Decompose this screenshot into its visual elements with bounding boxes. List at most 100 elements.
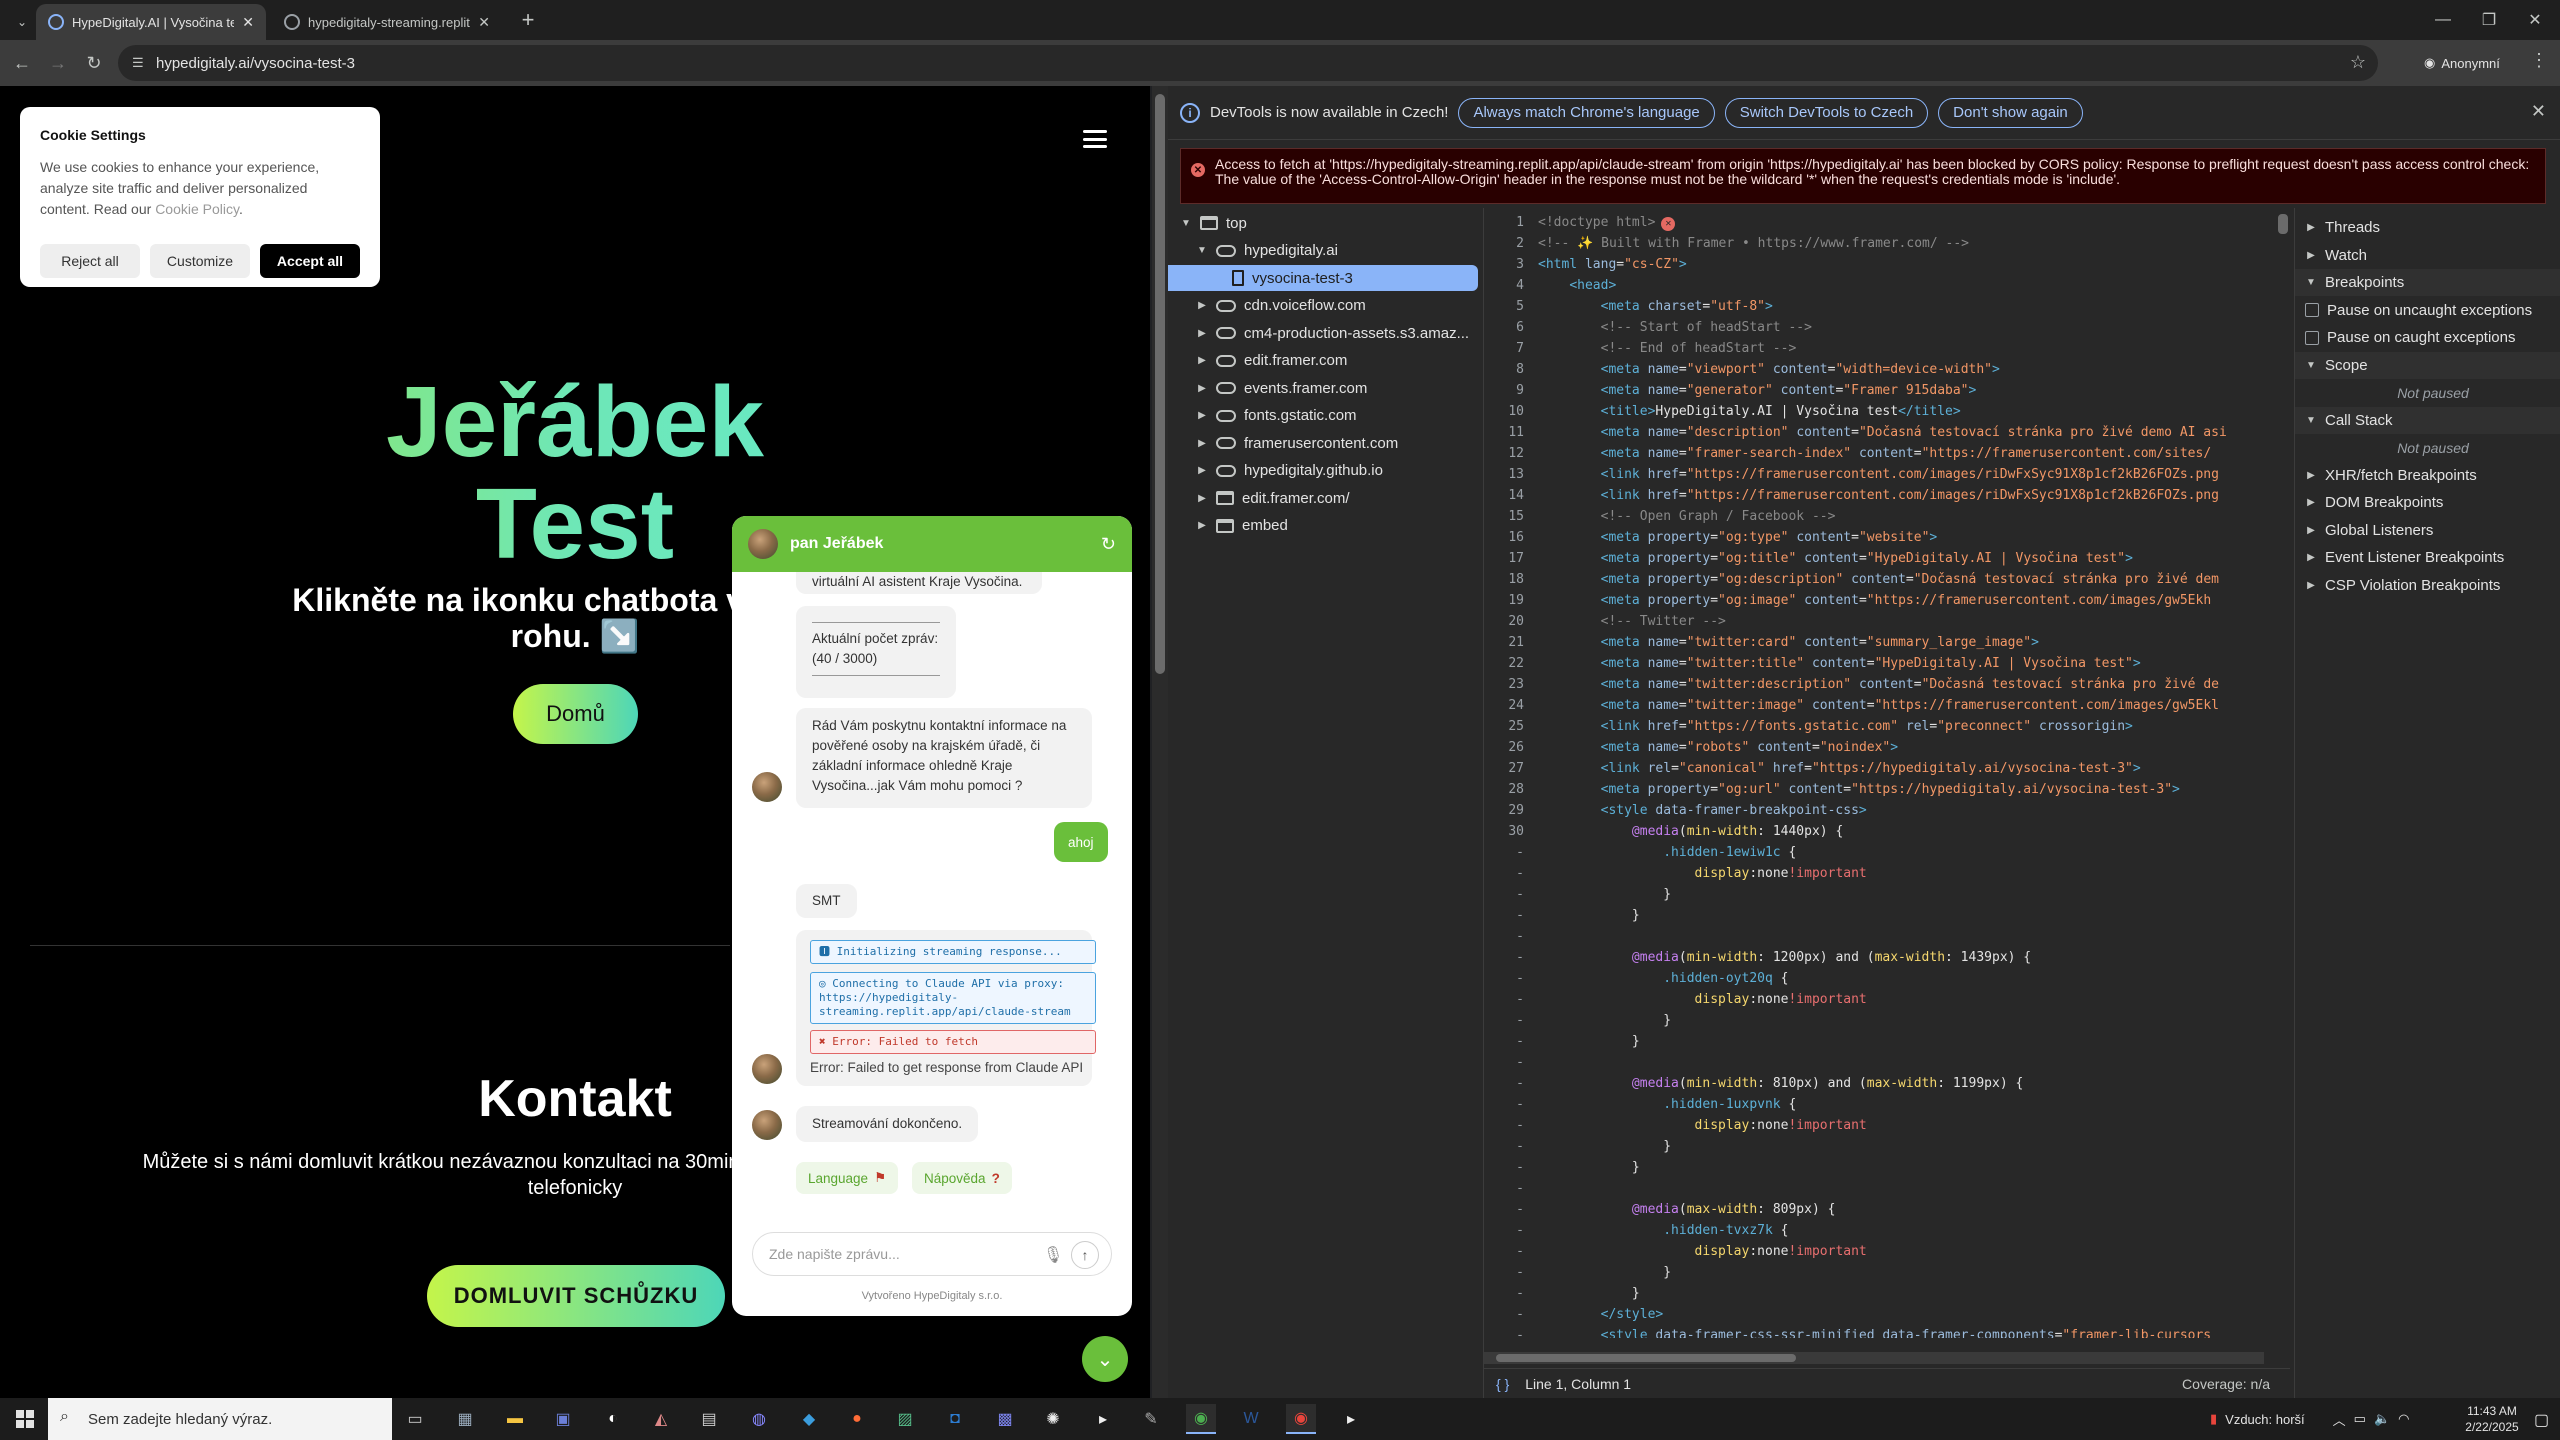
app-icon[interactable]: ▸ [1336, 1404, 1366, 1434]
terminal-icon[interactable]: ▸ [1088, 1404, 1118, 1434]
line-number[interactable]: - [1484, 908, 1524, 923]
close-icon[interactable]: ✕ [2531, 101, 2546, 122]
line-number[interactable]: 12 [1484, 446, 1524, 461]
debugger-section[interactable]: ▶ Global Listeners [2295, 517, 2560, 544]
vscode-icon[interactable]: ◆ [794, 1404, 824, 1434]
cookie-policy-link[interactable]: Cookie Policy [155, 201, 239, 217]
match-language-button[interactable]: Always match Chrome's language [1458, 97, 1715, 128]
help-chip[interactable]: Nápověda? [912, 1162, 1012, 1194]
debugger-checkbox[interactable]: Pause on uncaught exceptions [2295, 297, 2560, 324]
line-number[interactable]: - [1484, 929, 1524, 944]
outlook-icon[interactable]: ◘ [940, 1404, 970, 1434]
home-button[interactable]: Domů [513, 684, 638, 744]
line-number[interactable]: - [1484, 1139, 1524, 1154]
line-number[interactable]: 20 [1484, 614, 1524, 629]
browser-app-icon[interactable]: ◍ [744, 1404, 774, 1434]
line-number[interactable]: - [1484, 1097, 1524, 1112]
taskbar-search-box[interactable]: ⌕ Sem zadejte hledaný výraz. [48, 1398, 392, 1440]
line-number[interactable]: - [1484, 866, 1524, 881]
line-number[interactable]: 16 [1484, 530, 1524, 545]
line-number[interactable]: 27 [1484, 761, 1524, 776]
tree-item[interactable]: ▶ cdn.voiceflow.com [1168, 293, 1484, 319]
checkbox[interactable] [2305, 330, 2319, 345]
tab-close-icon[interactable]: ✕ [242, 14, 254, 31]
tree-item[interactable]: ▶ embed [1168, 513, 1484, 539]
line-number[interactable]: - [1484, 1034, 1524, 1049]
file-explorer-icon[interactable]: ▬ [500, 1404, 530, 1434]
tree-item[interactable]: ▶ hypedigitaly.github.io [1168, 458, 1484, 484]
profile-button[interactable]: ◉ Anonymní [2414, 47, 2510, 79]
debugger-section[interactable]: ▶ XHR/fetch Breakpoints [2295, 462, 2560, 489]
expand-right-icon[interactable]: ▶ [1196, 493, 1208, 504]
tree-item[interactable]: ▶ edit.framer.com [1168, 348, 1484, 374]
line-number[interactable]: - [1484, 971, 1524, 986]
photo-app-icon[interactable]: ◭ [646, 1404, 676, 1434]
line-number[interactable]: 11 [1484, 425, 1524, 440]
tree-item[interactable]: ▼ hypedigitaly.ai [1168, 238, 1484, 264]
line-number[interactable]: 1 [1484, 215, 1524, 230]
expand-right-icon[interactable]: ▶ [1196, 438, 1208, 449]
line-number[interactable]: - [1484, 1286, 1524, 1301]
debugger-checkbox[interactable]: Pause on caught exceptions [2295, 324, 2560, 351]
tab-search-button[interactable]: ⌄ [4, 4, 40, 40]
tree-item[interactable]: ▶ edit.framer.com/ [1168, 485, 1484, 511]
line-number[interactable]: - [1484, 1013, 1524, 1028]
line-number[interactable]: 3 [1484, 257, 1524, 272]
chatgpt-icon[interactable]: ✺ [1038, 1404, 1068, 1434]
site-info-icon[interactable]: ☰ [132, 55, 144, 71]
network-icon[interactable]: ◠ [2398, 1411, 2409, 1427]
reload-button[interactable]: ↻ [76, 45, 112, 81]
line-number[interactable]: 7 [1484, 341, 1524, 356]
microphone-icon[interactable]: 🎙 [1043, 1245, 1063, 1265]
github-icon[interactable]: ◐ [598, 1404, 628, 1434]
volume-icon[interactable]: 🔈 [2374, 1411, 2390, 1427]
expand-right-icon[interactable]: ▶ [1196, 383, 1208, 394]
line-number[interactable]: 2 [1484, 236, 1524, 251]
line-number[interactable]: - [1484, 1160, 1524, 1175]
line-number[interactable]: 4 [1484, 278, 1524, 293]
line-number[interactable]: 15 [1484, 509, 1524, 524]
save-app-icon[interactable]: ▣ [548, 1404, 578, 1434]
line-number[interactable]: - [1484, 1118, 1524, 1133]
line-number[interactable]: - [1484, 1328, 1524, 1338]
chrome-incognito-icon[interactable]: ◉ [1286, 1404, 1316, 1434]
accept-all-button[interactable]: Accept all [260, 244, 360, 278]
debugger-section[interactable]: ▶ CSP Violation Breakpoints [2295, 572, 2560, 599]
address-bar[interactable]: ☰ hypedigitaly.ai/vysocina-test-3 ☆ [118, 45, 2378, 81]
editor-vertical-scrollbar[interactable] [2276, 208, 2290, 1348]
line-number[interactable]: 21 [1484, 635, 1524, 650]
chat-message-input[interactable]: Zde napište zprávu... 🎙 ↑ [752, 1232, 1112, 1276]
expand-right-icon[interactable]: ▶ [1196, 300, 1208, 311]
line-number[interactable]: - [1484, 992, 1524, 1007]
forward-button[interactable]: → [40, 45, 76, 81]
line-number[interactable]: - [1484, 887, 1524, 902]
line-number[interactable]: - [1484, 1076, 1524, 1091]
tree-item[interactable]: ▼ top [1168, 210, 1484, 236]
customize-button[interactable]: Customize [150, 244, 250, 278]
line-number[interactable]: 29 [1484, 803, 1524, 818]
battery-icon[interactable]: ▭ [2354, 1411, 2366, 1427]
tree-item[interactable]: ▶ framerusercontent.com [1168, 430, 1484, 456]
restore-button[interactable]: ❐ [2466, 0, 2512, 40]
back-button[interactable]: ← [4, 45, 40, 81]
debugger-header[interactable]: ▼ Breakpoints [2295, 269, 2560, 296]
line-number[interactable]: - [1484, 845, 1524, 860]
editor-horizontal-scrollbar[interactable] [1484, 1352, 2264, 1364]
notifications-icon[interactable]: ▢ [2534, 1410, 2549, 1430]
line-number[interactable]: - [1484, 1307, 1524, 1322]
expand-down-icon[interactable]: ▼ [1196, 245, 1208, 256]
line-number[interactable]: - [1484, 1223, 1524, 1238]
dont-show-again-button[interactable]: Don't show again [1938, 97, 2083, 128]
reject-all-button[interactable]: Reject all [40, 244, 140, 278]
expand-right-icon[interactable]: ▶ [1196, 410, 1208, 421]
line-number[interactable]: 18 [1484, 572, 1524, 587]
line-number[interactable]: 17 [1484, 551, 1524, 566]
line-number[interactable]: 10 [1484, 404, 1524, 419]
line-number[interactable]: - [1484, 1265, 1524, 1280]
browser-menu-icon[interactable]: ⋮ [2530, 50, 2548, 71]
line-number[interactable]: 5 [1484, 299, 1524, 314]
line-number[interactable]: 28 [1484, 782, 1524, 797]
tree-item[interactable]: ▶ fonts.gstatic.com [1168, 403, 1484, 429]
pen-app-icon[interactable]: ✎ [1136, 1404, 1166, 1434]
debugger-section[interactable]: ▶ Watch [2295, 242, 2560, 269]
